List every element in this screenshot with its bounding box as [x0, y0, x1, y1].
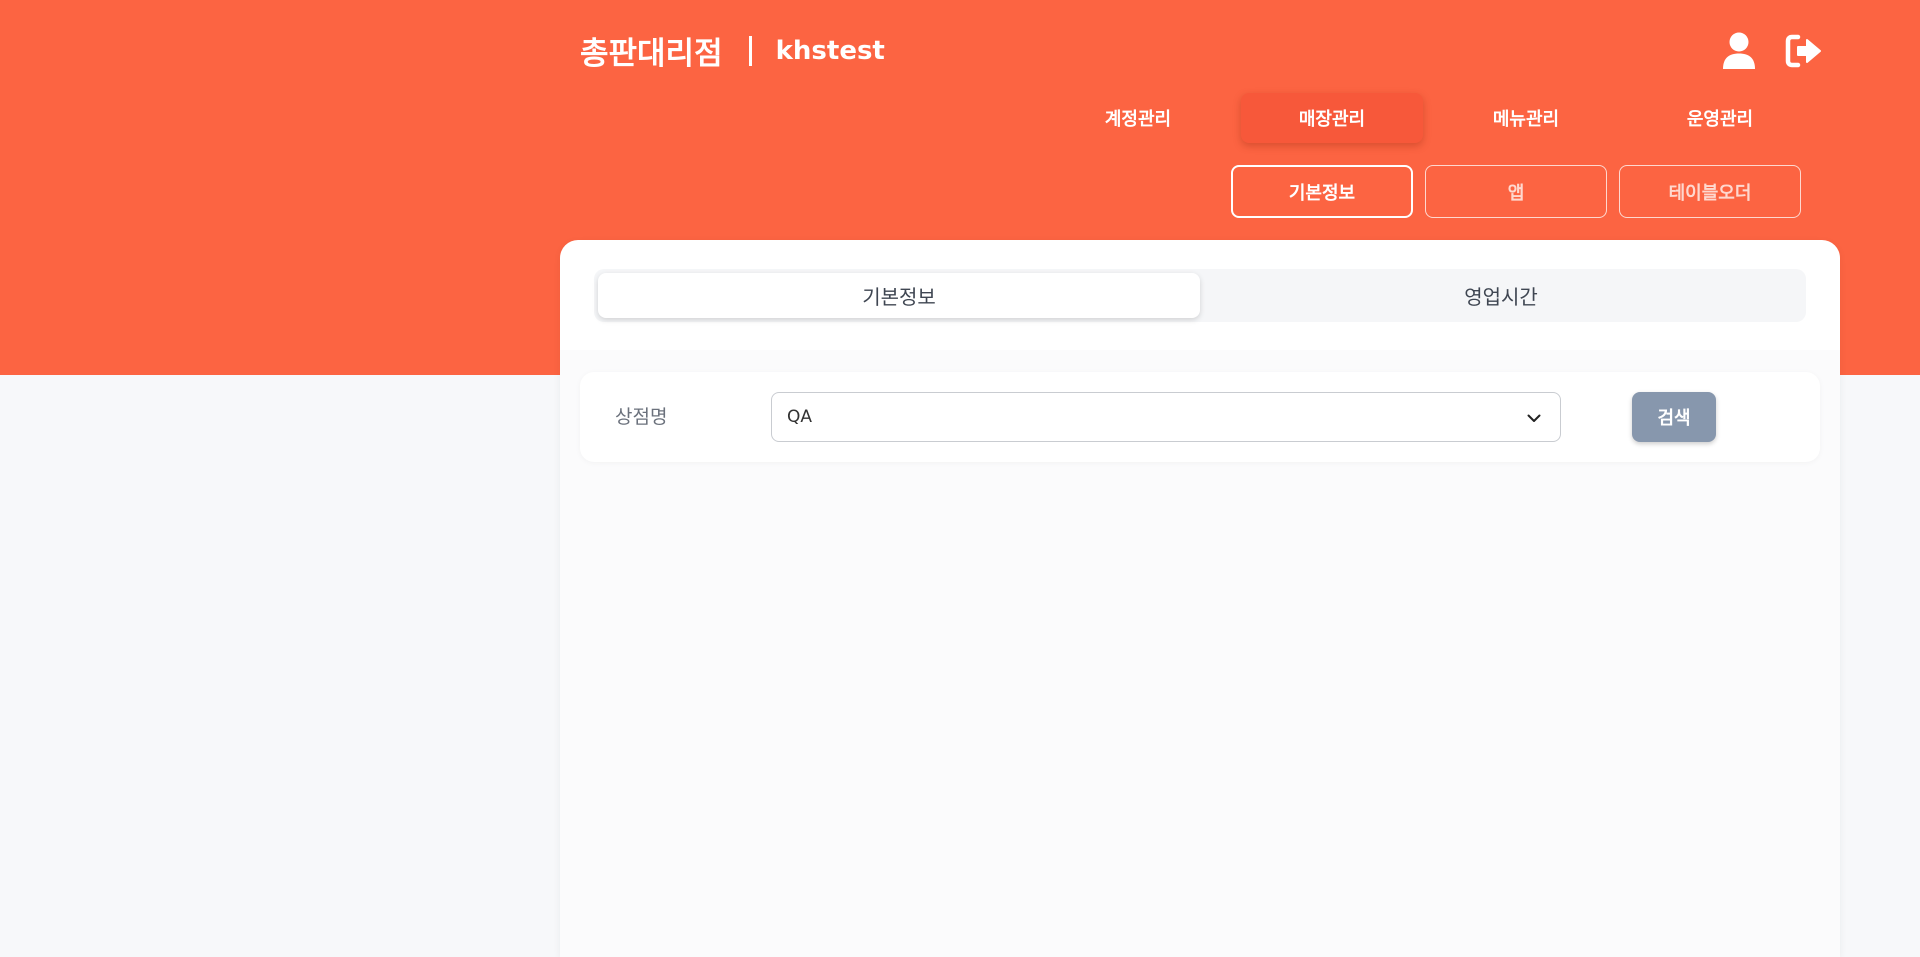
subnav-app[interactable]: 앱 — [1425, 165, 1607, 218]
nav-menu-management[interactable]: 메뉴관리 — [1435, 93, 1617, 143]
user-icon[interactable] — [1722, 32, 1756, 70]
subnav-table-order[interactable]: 테이블오더 — [1619, 165, 1801, 218]
sub-nav: 기본정보 앱 테이블오더 — [1231, 165, 1813, 218]
content-card: 기본정보 영업시간 상점명 QA 검색 — [560, 240, 1840, 957]
content-tabs: 기본정보 영업시간 — [594, 269, 1806, 322]
tab-basic-info[interactable]: 기본정보 — [598, 273, 1200, 318]
main-nav: 계정관리 매장관리 메뉴관리 운영관리 — [1047, 93, 1823, 143]
brand: 총판대리점 khstest — [580, 28, 885, 73]
chevron-down-icon — [1526, 410, 1542, 426]
nav-account-management[interactable]: 계정관리 — [1047, 93, 1229, 143]
brand-title: 총판대리점 — [580, 36, 723, 72]
logout-icon[interactable] — [1785, 34, 1823, 68]
tab-business-hours[interactable]: 영업시간 — [1200, 273, 1802, 318]
filter-row: 상점명 QA 검색 — [580, 372, 1820, 462]
username: khstest — [775, 35, 885, 66]
store-select-value: QA — [787, 407, 813, 427]
search-button[interactable]: 검색 — [1632, 392, 1716, 442]
store-name-label: 상점명 — [615, 406, 668, 428]
store-select[interactable]: QA — [771, 392, 1561, 442]
subnav-basic-info[interactable]: 기본정보 — [1231, 165, 1413, 218]
brand-divider — [748, 35, 752, 66]
nav-store-management[interactable]: 매장관리 — [1241, 93, 1423, 143]
filter-area: 상점명 QA 검색 — [560, 350, 1840, 957]
nav-operation-management[interactable]: 운영관리 — [1629, 93, 1811, 143]
